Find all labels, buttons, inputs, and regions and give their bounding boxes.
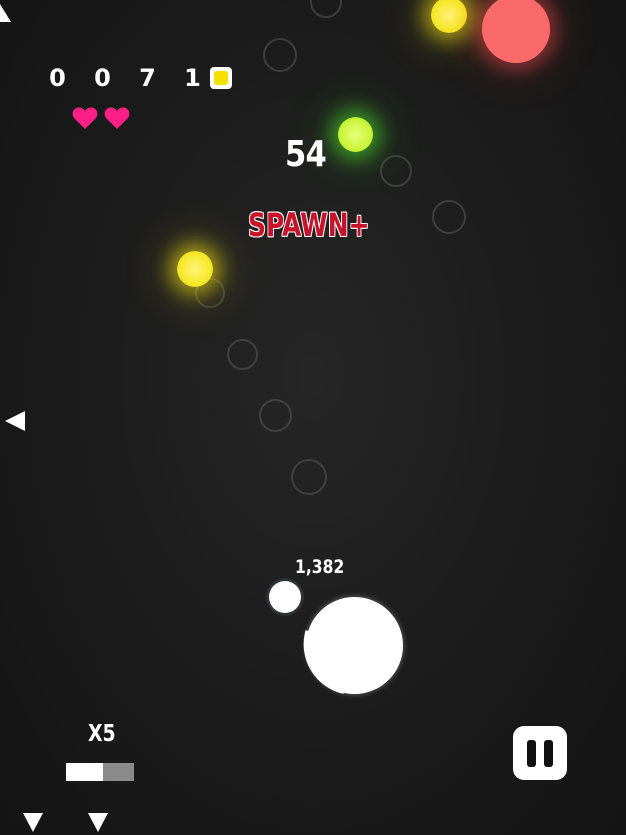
- orbiting-satellite: [266, 578, 304, 616]
- trail-ring: [263, 38, 297, 72]
- trail-ring: [259, 399, 292, 432]
- trail-ring: [227, 339, 258, 370]
- pause-icon: [527, 739, 536, 767]
- score-digit: 0: [94, 64, 111, 92]
- trail-ring: [310, 0, 342, 18]
- score-digit: 0: [49, 64, 66, 92]
- heart-icon: [72, 107, 98, 129]
- player-ball[interactable]: [306, 597, 403, 694]
- score-digit: 7: [139, 64, 156, 92]
- multiplier-label: X5: [88, 721, 116, 747]
- yellow-orb: [177, 251, 213, 287]
- multiplier-progress-bar: [66, 763, 134, 781]
- combo-counter: 54: [285, 134, 327, 175]
- offscreen-arrow-top-left-icon: [0, 4, 11, 22]
- coin-square-icon: [210, 67, 232, 89]
- trail-ring: [432, 200, 466, 234]
- heart-icon: [104, 107, 130, 129]
- yellow-orb: [431, 0, 467, 33]
- trail-ring: [291, 459, 327, 495]
- event-banner: SPAWN+: [248, 206, 370, 244]
- green-orb: [338, 117, 373, 152]
- game-canvas[interactable]: 0 0 7 1 54 SPAWN+ 1,382 X5: [0, 0, 626, 835]
- red-orb: [482, 0, 550, 63]
- offscreen-arrow-bottom-icon: [88, 813, 108, 832]
- trail-ring: [380, 155, 412, 187]
- multiplier-progress-fill: [66, 763, 104, 781]
- score-digit: 1: [184, 64, 201, 92]
- score-counter: 0 0 7 1: [46, 63, 232, 93]
- offscreen-arrow-left-icon: [5, 411, 25, 431]
- pause-icon: [544, 739, 553, 767]
- offscreen-arrow-bottom-left-icon: [23, 813, 43, 832]
- pause-button[interactable]: [513, 726, 567, 780]
- player-score-label: 1,382: [295, 556, 345, 578]
- lives-display: [72, 106, 130, 130]
